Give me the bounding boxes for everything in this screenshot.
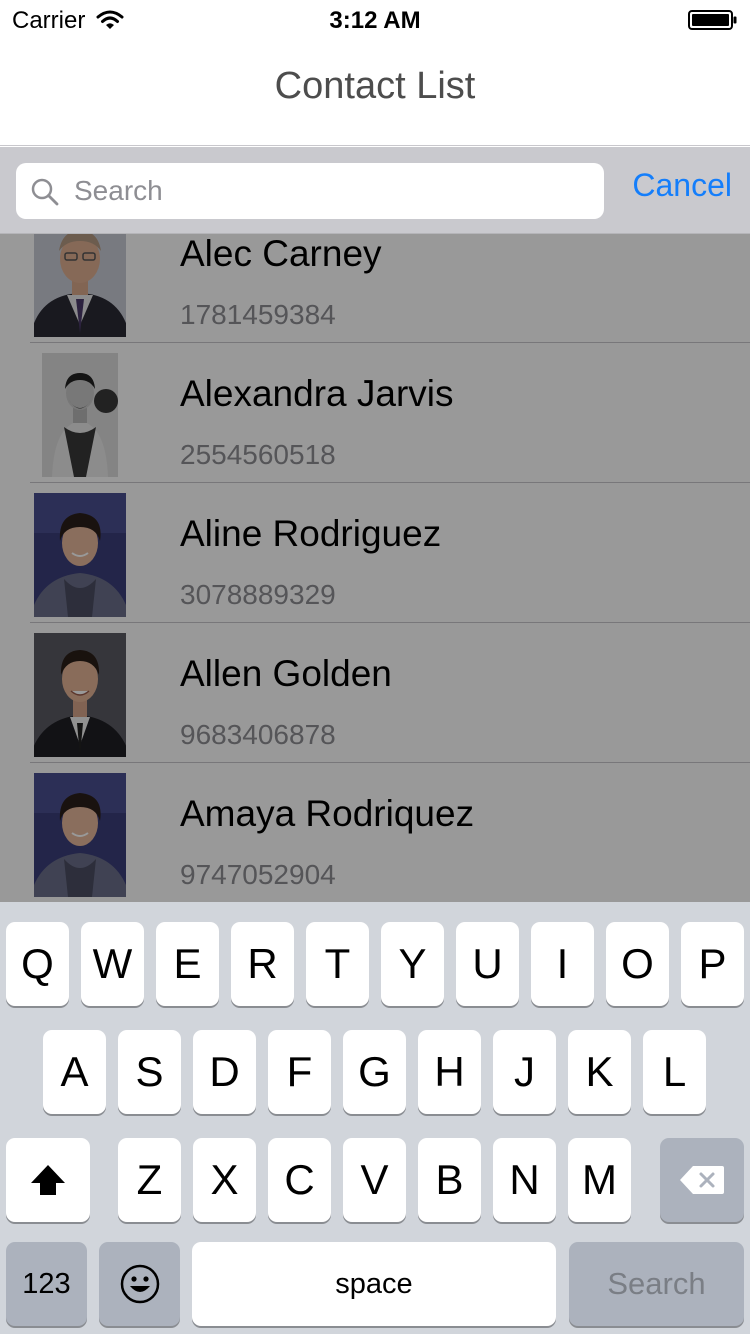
numbers-key[interactable]: 123 bbox=[6, 1242, 87, 1326]
key-r[interactable]: R bbox=[231, 922, 294, 1006]
key-a[interactable]: A bbox=[43, 1030, 106, 1114]
key-n[interactable]: N bbox=[493, 1138, 556, 1222]
cancel-button[interactable]: Cancel bbox=[632, 167, 732, 204]
emoji-icon bbox=[120, 1264, 159, 1304]
key-s[interactable]: S bbox=[118, 1030, 181, 1114]
key-p[interactable]: P bbox=[681, 922, 744, 1006]
screen: Carrier 3:12 AM Contact List Cancel bbox=[0, 0, 750, 1334]
emoji-key[interactable] bbox=[99, 1242, 180, 1326]
key-l[interactable]: L bbox=[643, 1030, 706, 1114]
key-d[interactable]: D bbox=[193, 1030, 256, 1114]
key-i[interactable]: I bbox=[531, 922, 594, 1006]
search-input[interactable] bbox=[74, 163, 594, 219]
key-m[interactable]: M bbox=[568, 1138, 631, 1222]
keyboard: Q W E R T Y U I O P A S D F G H J K L Z … bbox=[0, 902, 750, 1334]
delete-icon bbox=[680, 1166, 724, 1194]
key-v[interactable]: V bbox=[343, 1138, 406, 1222]
key-t[interactable]: T bbox=[306, 922, 369, 1006]
key-g[interactable]: G bbox=[343, 1030, 406, 1114]
key-o[interactable]: O bbox=[606, 922, 669, 1006]
search-bar: Cancel bbox=[0, 147, 750, 234]
shift-key[interactable] bbox=[6, 1138, 90, 1222]
clock: 3:12 AM bbox=[329, 7, 421, 34]
key-q[interactable]: Q bbox=[6, 922, 69, 1006]
shift-icon bbox=[31, 1165, 65, 1195]
space-key[interactable]: space bbox=[192, 1242, 556, 1326]
key-w[interactable]: W bbox=[81, 922, 144, 1006]
key-u[interactable]: U bbox=[456, 922, 519, 1006]
key-y[interactable]: Y bbox=[381, 922, 444, 1006]
key-c[interactable]: C bbox=[268, 1138, 331, 1222]
key-f[interactable]: F bbox=[268, 1030, 331, 1114]
search-icon bbox=[31, 178, 59, 206]
delete-key[interactable] bbox=[660, 1138, 744, 1222]
page-title: Contact List bbox=[274, 65, 476, 107]
key-h[interactable]: H bbox=[418, 1030, 481, 1114]
search-key[interactable]: Search bbox=[569, 1242, 744, 1326]
key-x[interactable]: X bbox=[193, 1138, 256, 1222]
key-e[interactable]: E bbox=[156, 922, 219, 1006]
key-b[interactable]: B bbox=[418, 1138, 481, 1222]
key-z[interactable]: Z bbox=[118, 1138, 181, 1222]
battery-icon bbox=[688, 10, 737, 30]
key-k[interactable]: K bbox=[568, 1030, 631, 1114]
status-bar: Carrier 3:12 AM bbox=[0, 0, 750, 40]
dim-overlay[interactable] bbox=[0, 234, 750, 902]
key-j[interactable]: J bbox=[493, 1030, 556, 1114]
nav-bar: Contact List bbox=[0, 40, 750, 146]
search-field[interactable] bbox=[16, 163, 604, 219]
